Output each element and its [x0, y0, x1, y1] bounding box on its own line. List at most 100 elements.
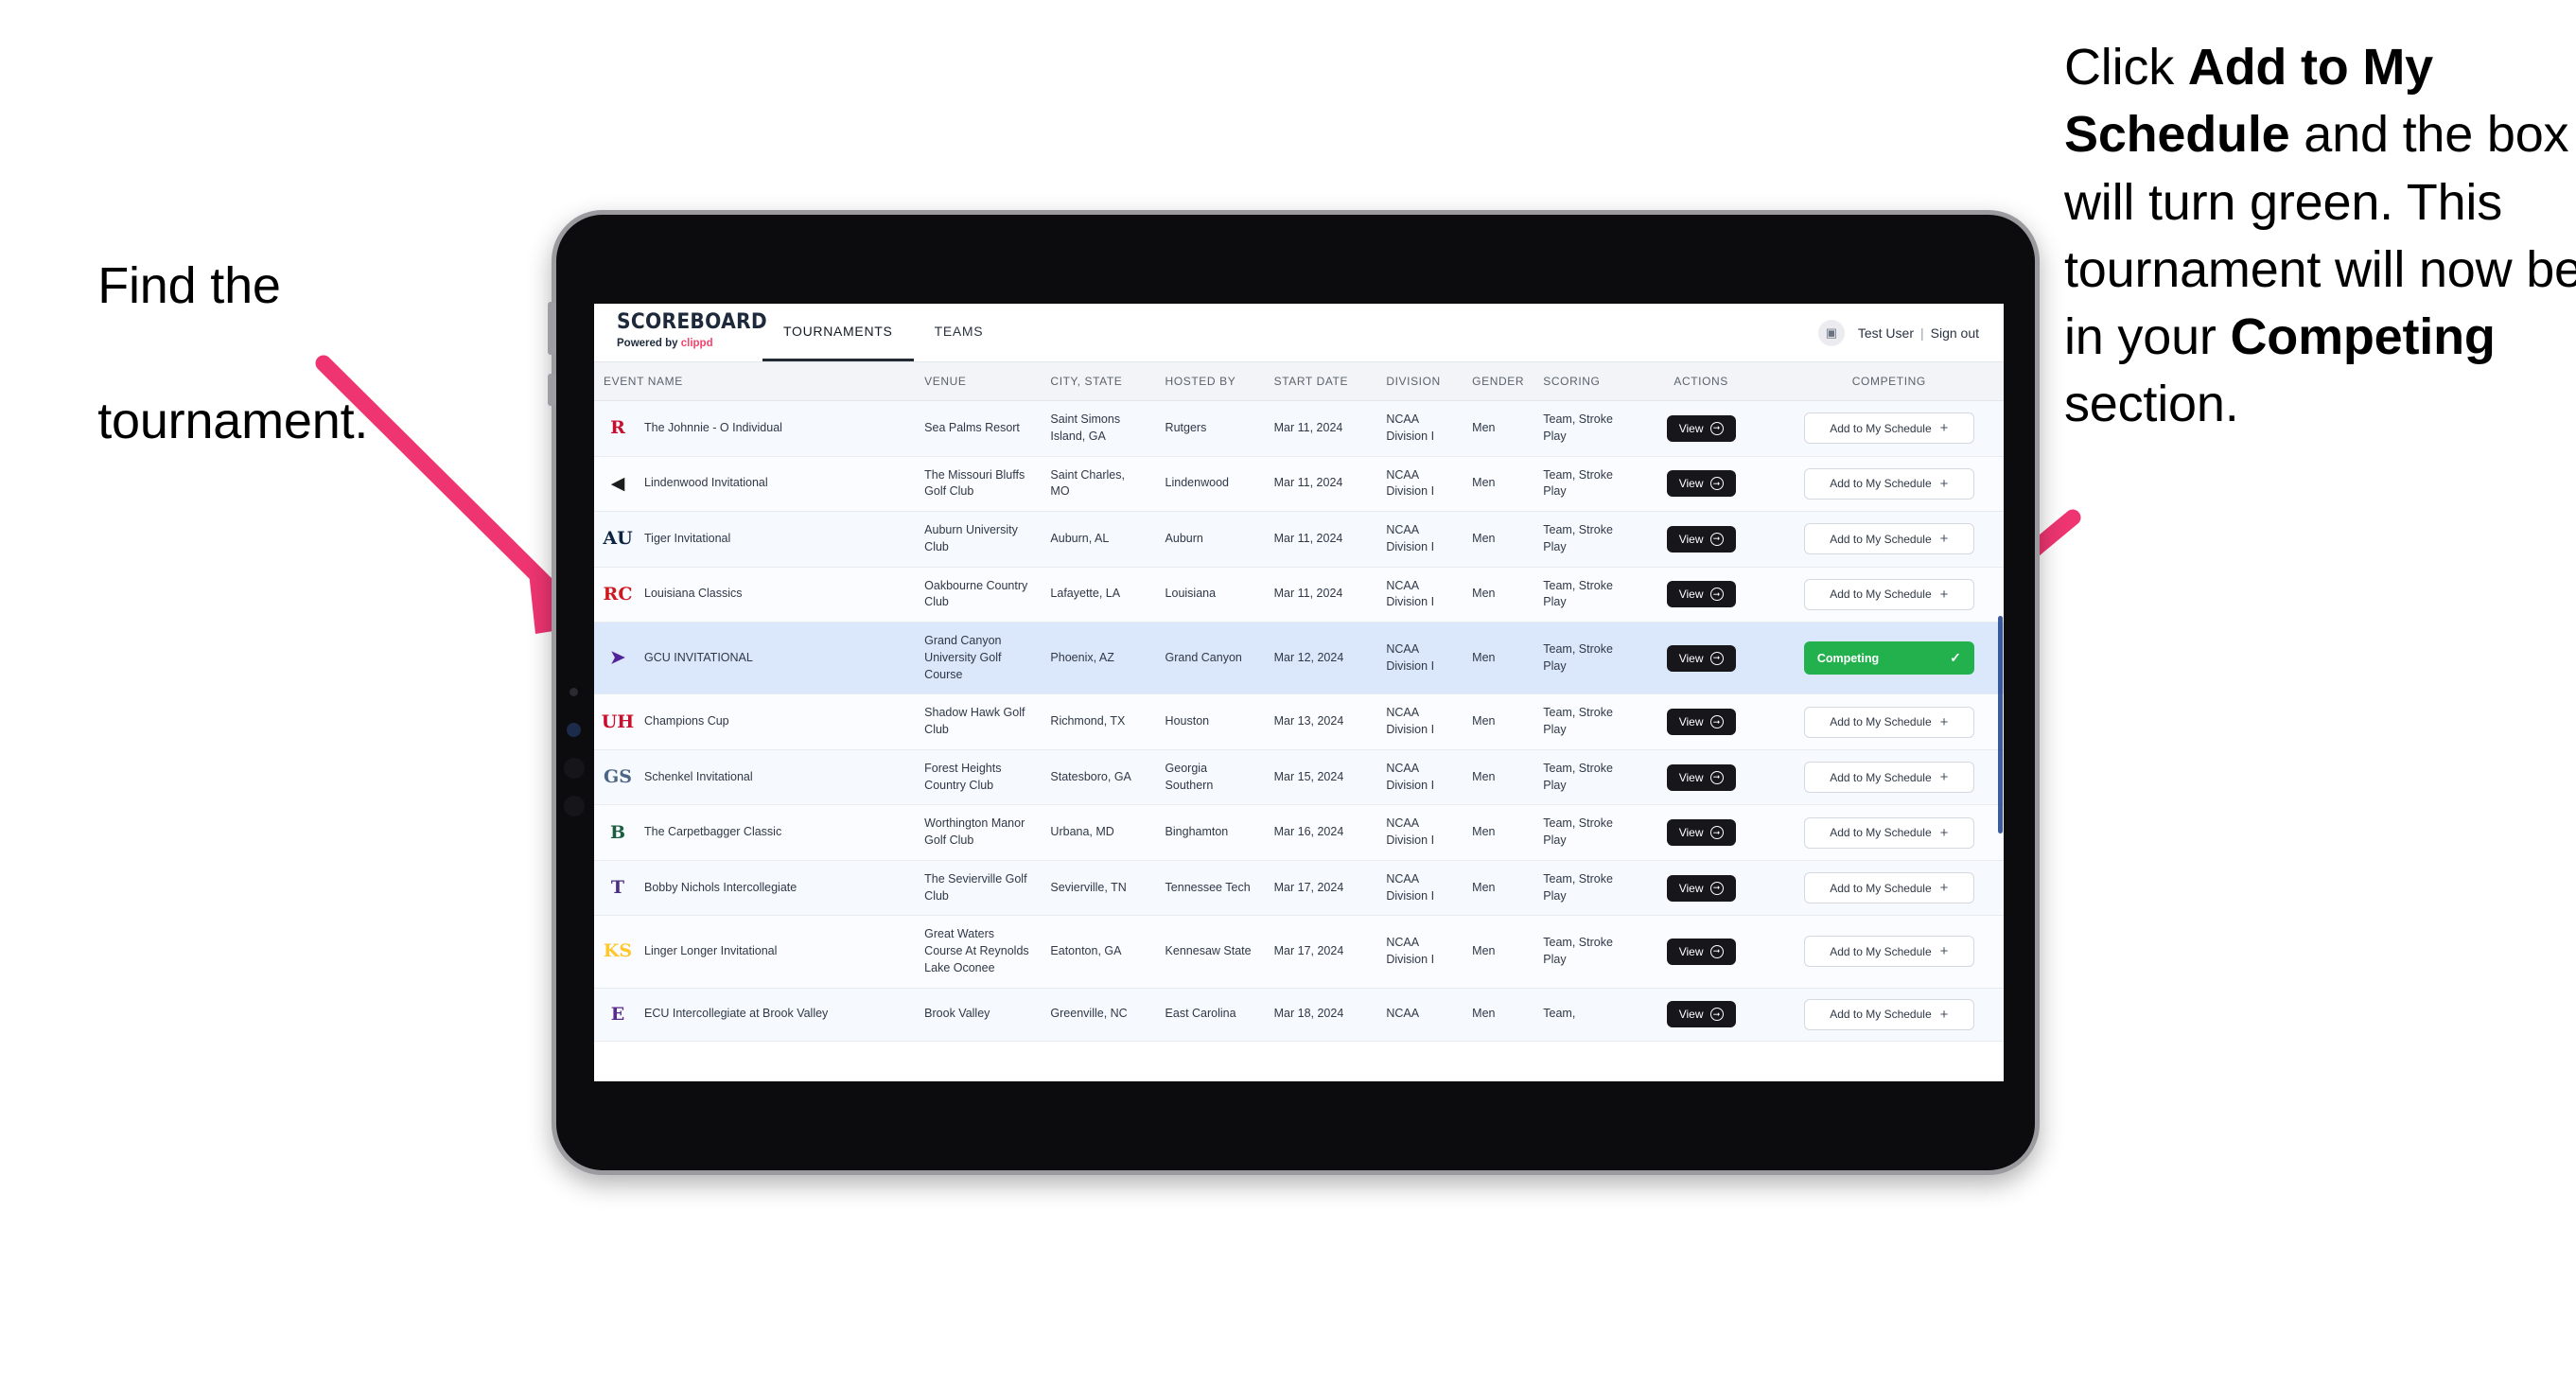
team-logo-icon: ➤	[610, 647, 625, 669]
arrow-right-circle-icon: ➞	[1709, 715, 1724, 728]
scrollbar-thumb[interactable]	[1998, 616, 2003, 833]
arrow-right-circle-icon: ➞	[1709, 421, 1724, 435]
view-button[interactable]: View ➞	[1666, 581, 1736, 608]
cell-gender: Men	[1463, 567, 1534, 623]
view-button[interactable]: View ➞	[1666, 414, 1736, 442]
add-to-my-schedule-button[interactable]: Add to My Schedule +	[1803, 467, 1974, 500]
cell-gender: Men	[1463, 511, 1534, 568]
powered-by-label: Powered by	[617, 338, 681, 349]
cell-event-name: E ECU Intercollegiate at Brook Valley	[594, 988, 916, 1042]
volume-down-button[interactable]	[548, 374, 556, 406]
annotation-left-line2: tournament.	[97, 392, 369, 449]
cell-city: Richmond, TX	[1041, 693, 1156, 750]
column-header-gender: GENDER	[1463, 362, 1534, 401]
add-to-my-schedule-label: Add to My Schedule	[1830, 477, 1932, 491]
user-avatar-icon[interactable]: ▣	[1817, 319, 1845, 346]
tab-teams[interactable]: TEAMS	[914, 304, 1005, 361]
view-button[interactable]: View ➞	[1666, 763, 1736, 791]
cell-competing: Add to My Schedule +	[1774, 749, 2004, 806]
team-logo-icon: R	[610, 417, 625, 439]
add-to-my-schedule-button[interactable]: Add to My Schedule +	[1803, 578, 1974, 610]
add-to-my-schedule-button[interactable]: Add to My Schedule +	[1803, 872, 1974, 904]
table-row[interactable]: AU Tiger Invitational Auburn University Cl…	[594, 511, 2004, 568]
camera-lens-icon	[567, 723, 581, 737]
add-to-my-schedule-label: Add to My Schedule	[1830, 421, 1932, 435]
cell-city: Lafayette, LA	[1041, 567, 1156, 623]
cell-competing: Add to My Schedule +	[1774, 860, 2004, 917]
table-row[interactable]: R The Johnnie - O Individual Sea Palms Res…	[594, 400, 2004, 457]
cell-actions: View ➞	[1627, 860, 1775, 917]
add-to-my-schedule-button[interactable]: Add to My Schedule +	[1803, 998, 1974, 1030]
table-row[interactable]: RC Louisiana Classics Oakbourne Country Cl…	[594, 567, 2004, 623]
add-to-my-schedule-button[interactable]: Add to My Schedule +	[1803, 523, 1974, 555]
table-row[interactable]: T Bobby Nichols Intercollegiate The Sevier…	[594, 860, 2004, 917]
brand-title: SCOREBOARD	[617, 310, 767, 334]
cell-venue: Brook Valley	[915, 988, 1042, 1042]
speaker-hole-icon	[564, 758, 585, 779]
cell-venue: Auburn University Club	[915, 511, 1042, 568]
competing-status-button[interactable]: Competing ✓	[1803, 641, 1974, 675]
add-to-my-schedule-button[interactable]: Add to My Schedule +	[1803, 412, 1974, 445]
cell-hosted-by: Tennessee Tech	[1155, 860, 1265, 917]
view-button[interactable]: View ➞	[1666, 644, 1736, 672]
vertical-scrollbar[interactable]	[1997, 304, 2004, 1081]
annotation-add-to-schedule: Click Add to My Schedule and the box wil…	[2064, 34, 2576, 439]
cell-venue: Grand Canyon University Golf Course	[915, 622, 1042, 695]
annotation-right-bold2: Competing	[2230, 308, 2496, 366]
table-row[interactable]: ➤ GCU INVITATIONAL Grand Canyon University…	[594, 622, 2004, 695]
view-button[interactable]: View ➞	[1666, 874, 1736, 902]
plus-icon: +	[1939, 880, 1949, 896]
cell-hosted-by: Louisiana	[1155, 567, 1265, 623]
event-cell: T Bobby Nichols Intercollegiate	[604, 874, 905, 903]
cell-event-name: UH Champions Cup	[594, 693, 916, 750]
add-to-my-schedule-label: Add to My Schedule	[1830, 588, 1932, 602]
view-button[interactable]: View ➞	[1666, 709, 1736, 735]
view-button[interactable]: View ➞	[1666, 938, 1736, 965]
clippd-logo-text: clippd	[680, 338, 713, 349]
cell-start-date: Mar 13, 2024	[1264, 693, 1377, 750]
view-button[interactable]: View ➞	[1666, 470, 1736, 498]
add-to-my-schedule-button[interactable]: Add to My Schedule +	[1803, 816, 1974, 849]
arrow-right-circle-icon: ➞	[1709, 826, 1724, 839]
cell-event-name: GS Schenkel Invitational	[594, 749, 916, 806]
cell-division: NCAA Division I	[1376, 622, 1463, 695]
tab-tournaments[interactable]: TOURNAMENTS	[762, 304, 914, 361]
event-name-label: Tiger Invitational	[644, 531, 731, 545]
cell-hosted-by: Houston	[1155, 693, 1265, 750]
cell-actions: View ➞	[1627, 804, 1775, 861]
table-row[interactable]: E ECU Intercollegiate at Brook Valley Broo…	[594, 988, 2004, 1042]
table-row[interactable]: UH Champions Cup Shadow Hawk Golf Club Rich…	[594, 693, 2004, 750]
event-cell: R The Johnnie - O Individual	[604, 414, 905, 443]
cell-division: NCAA Division I	[1376, 511, 1463, 568]
add-to-my-schedule-button[interactable]: Add to My Schedule +	[1803, 706, 1974, 738]
table-row[interactable]: GS Schenkel Invitational Forest Heights Co…	[594, 749, 2004, 806]
view-button-label: View	[1678, 715, 1704, 728]
add-to-my-schedule-label: Add to My Schedule	[1830, 1008, 1932, 1021]
view-button[interactable]: View ➞	[1666, 819, 1736, 846]
cell-competing: Add to My Schedule +	[1774, 804, 2004, 861]
view-button-label: View	[1678, 477, 1704, 491]
cell-hosted-by: Lindenwood	[1155, 456, 1265, 512]
cell-competing: Add to My Schedule +	[1774, 511, 2004, 568]
add-to-my-schedule-button[interactable]: Add to My Schedule +	[1803, 936, 1974, 968]
add-to-my-schedule-button[interactable]: Add to My Schedule +	[1803, 762, 1974, 793]
view-button[interactable]: View ➞	[1666, 525, 1736, 553]
brand-logo[interactable]: SCOREBOARD Powered by clippd	[594, 304, 767, 361]
table-row[interactable]: KS Linger Longer Invitational Great Waters…	[594, 915, 2004, 989]
view-button[interactable]: View ➞	[1666, 1001, 1736, 1027]
tournaments-table: EVENT NAME VENUE CITY, STATE HOSTED BY START…	[594, 362, 2004, 1042]
column-header-actions: ACTIONS	[1627, 362, 1775, 401]
sign-out-link[interactable]: Sign out	[1931, 325, 1979, 341]
table-row[interactable]: B The Carpetbagger Classic Worthington Man…	[594, 804, 2004, 861]
view-button-label: View	[1678, 651, 1704, 665]
volume-up-button[interactable]	[548, 302, 556, 355]
arrow-right-circle-icon: ➞	[1709, 532, 1724, 546]
cell-actions: View ➞	[1627, 456, 1775, 512]
cell-hosted-by: Auburn	[1155, 511, 1265, 568]
plus-icon: +	[1939, 713, 1949, 730]
cell-city: Saint Simons Island, GA	[1041, 400, 1156, 457]
cell-start-date: Mar 15, 2024	[1264, 749, 1377, 806]
view-button-label: View	[1678, 881, 1704, 895]
table-row[interactable]: ◀ Lindenwood Invitational The Missouri Blu…	[594, 456, 2004, 512]
cell-gender: Men	[1463, 400, 1534, 457]
